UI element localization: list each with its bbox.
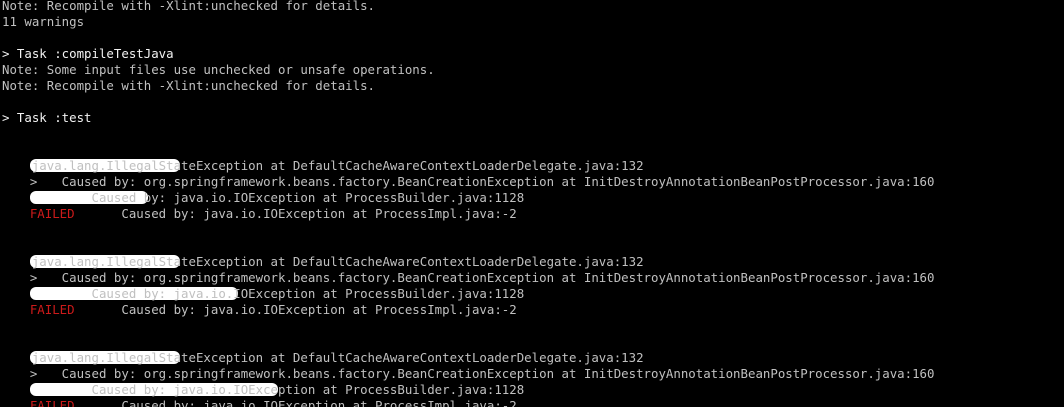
note-line: Note: Recompile with -Xlint:unchecked fo… (2, 0, 375, 13)
note-line: Note: Some input files use unchecked or … (2, 62, 435, 77)
trace-line: Caused by: org.springframework.beans.fac… (2, 270, 935, 285)
warnings-line: 11 warnings (2, 14, 85, 29)
failed-test-header: > FAILED (0, 238, 238, 317)
trace-line: Caused by: java.io.IOException at Proces… (2, 286, 525, 301)
trace-line: Caused by: java.io.IOException at Proces… (2, 398, 517, 407)
trace-line: Caused by: org.springframework.beans.fac… (2, 366, 935, 381)
trace-line: java.lang.IllegalStateException at Defau… (2, 254, 644, 269)
trace-line: java.lang.IllegalStateException at Defau… (2, 158, 644, 173)
trace-line: Caused by: java.io.IOException at Proces… (2, 206, 517, 221)
trace-line: java.lang.IllegalStateException at Defau… (2, 350, 644, 365)
trace-line: Caused by: java.io.IOException at Proces… (2, 190, 525, 205)
terminal-output: Note: Recompile with -Xlint:unchecked fo… (0, 0, 1064, 407)
trace-line: Caused by: java.io.IOException at Proces… (2, 382, 525, 397)
task-compile-test-java: > Task :compileTestJava (2, 46, 174, 61)
note-line: Note: Recompile with -Xlint:unchecked fo… (2, 78, 375, 93)
failed-test-header: > FAILED (0, 142, 180, 221)
trace-line: Caused by: org.springframework.beans.fac… (2, 174, 935, 189)
task-test: > Task :test (2, 110, 92, 125)
trace-line: Caused by: java.io.IOException at Proces… (2, 302, 517, 317)
failed-test-header: > FAILED (0, 334, 278, 407)
